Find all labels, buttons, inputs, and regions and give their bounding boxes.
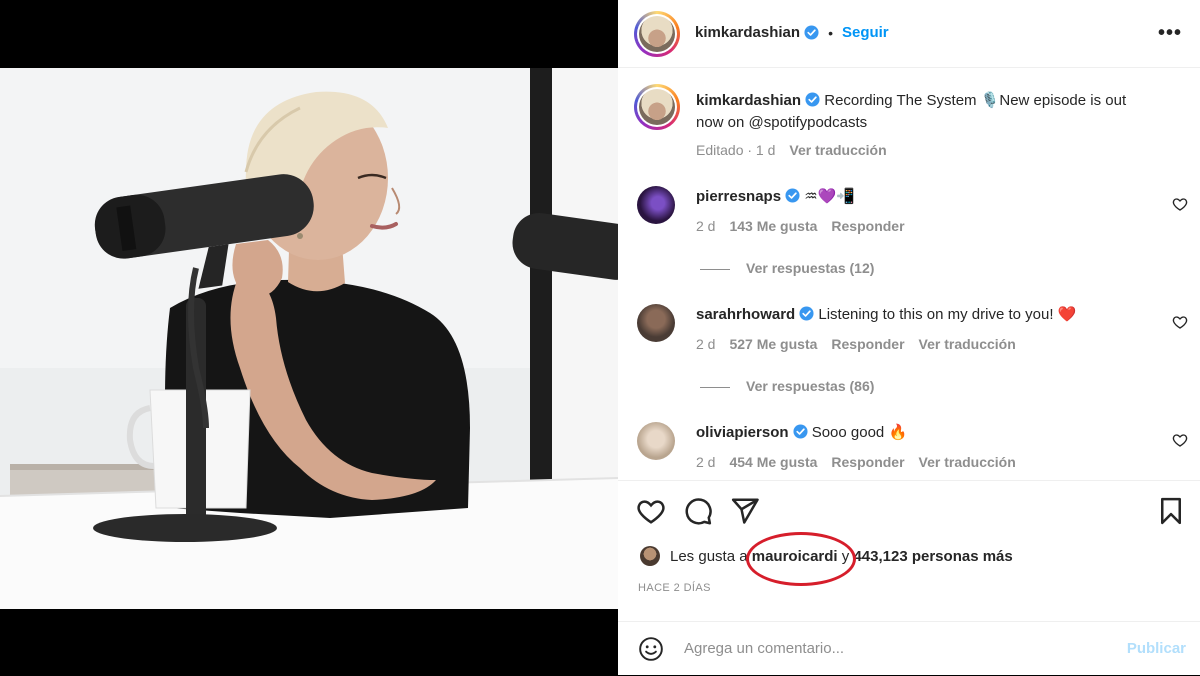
like-comment-heart-icon[interactable]: [1172, 432, 1188, 448]
liker-username[interactable]: mauroicardi: [752, 548, 838, 565]
verified-badge-icon: [804, 25, 819, 40]
post-header: kimkardashian • Seguir •••: [618, 0, 1200, 68]
like-comment-heart-icon[interactable]: [1172, 314, 1188, 330]
liker-avatar[interactable]: [640, 546, 660, 566]
view-replies-link[interactable]: Ver respuestas (86): [700, 378, 874, 394]
comment-age: 2 d: [696, 454, 716, 470]
separator-dot: •: [828, 24, 833, 41]
translate-link[interactable]: Ver traducción: [919, 336, 1016, 352]
like-heart-icon[interactable]: [636, 496, 666, 526]
caption-translate-link[interactable]: Ver traducción: [789, 142, 886, 158]
replies-line: [700, 268, 730, 270]
comment-meta: 2 d 527 Me gusta Responder Ver traducción: [696, 336, 1016, 352]
post-photo[interactable]: [0, 68, 618, 609]
view-replies-label: Ver respuestas (12): [746, 260, 875, 276]
comment-input[interactable]: Agrega un comentario...: [684, 640, 844, 657]
comment-text: ♒💜📲: [804, 188, 856, 205]
caption-meta: Editado · 1 d Ver traducción: [696, 142, 887, 158]
save-bookmark-icon[interactable]: [1156, 496, 1186, 526]
comment-likes[interactable]: 454 Me gusta: [729, 454, 817, 470]
author-username[interactable]: kimkardashian: [695, 24, 800, 41]
caption-avatar[interactable]: [634, 84, 680, 130]
verified-badge-icon: [785, 188, 800, 203]
post-time-ago[interactable]: HACE 2 DÍAS: [638, 582, 711, 594]
post-panel: kimkardashian • Seguir ••• kimkardashian…: [618, 0, 1200, 675]
follow-button[interactable]: Seguir: [842, 24, 889, 41]
commenter-avatar[interactable]: [637, 422, 675, 460]
comment-likes[interactable]: 143 Me gusta: [729, 218, 817, 234]
share-send-icon[interactable]: [730, 496, 760, 526]
likes-conjunction: y: [841, 547, 850, 565]
post-actions-bar: [618, 480, 1200, 547]
translate-link[interactable]: Ver traducción: [919, 454, 1016, 470]
reply-button[interactable]: Responder: [831, 336, 904, 352]
caption-text-block: kimkardashian Recording The System 🎙️New…: [696, 90, 1156, 134]
likes-prefix: Les gusta a: [670, 547, 748, 565]
comment-username[interactable]: sarahrhoward: [696, 306, 795, 323]
commenter-avatar[interactable]: [637, 186, 675, 224]
caption-username[interactable]: kimkardashian: [696, 92, 801, 109]
post-media: [0, 0, 618, 675]
comment-likes[interactable]: 527 Me gusta: [729, 336, 817, 352]
podcast-photo-illustration: [0, 68, 618, 609]
comment-text-block: pierresnaps ♒💜📲: [696, 186, 1156, 208]
comment-username[interactable]: pierresnaps: [696, 188, 781, 205]
more-options-icon[interactable]: •••: [1158, 22, 1182, 45]
verified-badge-icon: [799, 306, 814, 321]
emoji-smiley-icon[interactable]: [638, 636, 664, 662]
commenter-avatar[interactable]: [637, 304, 675, 342]
comment-text: Sooo good 🔥: [811, 424, 908, 441]
comment-text-block: oliviapierson Sooo good 🔥: [696, 422, 1156, 444]
view-replies-link[interactable]: Ver respuestas (12): [700, 260, 874, 276]
add-comment-bar: Agrega un comentario... Publicar: [618, 621, 1200, 676]
comments-list[interactable]: kimkardashian Recording The System 🎙️New…: [618, 68, 1200, 480]
caption-edited: Editado · 1 d: [696, 142, 776, 158]
publish-button[interactable]: Publicar: [1127, 640, 1186, 657]
comment-age: 2 d: [696, 218, 716, 234]
verified-badge-icon: [793, 424, 808, 439]
author-avatar[interactable]: [634, 11, 680, 57]
view-replies-label: Ver respuestas (86): [746, 378, 875, 394]
reply-button[interactable]: Responder: [831, 218, 904, 234]
comment-username[interactable]: oliviapierson: [696, 424, 789, 441]
likes-count-link[interactable]: 443,123 personas más: [853, 548, 1012, 565]
like-comment-heart-icon[interactable]: [1172, 196, 1188, 212]
verified-badge-icon: [805, 92, 820, 107]
comment-meta: 2 d 143 Me gusta Responder: [696, 218, 905, 234]
comment-meta: 2 d 454 Me gusta Responder Ver traducción: [696, 454, 1016, 470]
replies-line: [700, 386, 730, 388]
reply-button[interactable]: Responder: [831, 454, 904, 470]
comment-text-block: sarahrhoward Listening to this on my dri…: [696, 304, 1156, 326]
comment-text: Listening to this on my drive to you! ❤️: [818, 306, 1077, 323]
likes-summary: Les gusta a mauroicardi y 443,123 person…: [640, 546, 1013, 566]
comment-bubble-icon[interactable]: [683, 496, 713, 526]
comment-age: 2 d: [696, 336, 716, 352]
